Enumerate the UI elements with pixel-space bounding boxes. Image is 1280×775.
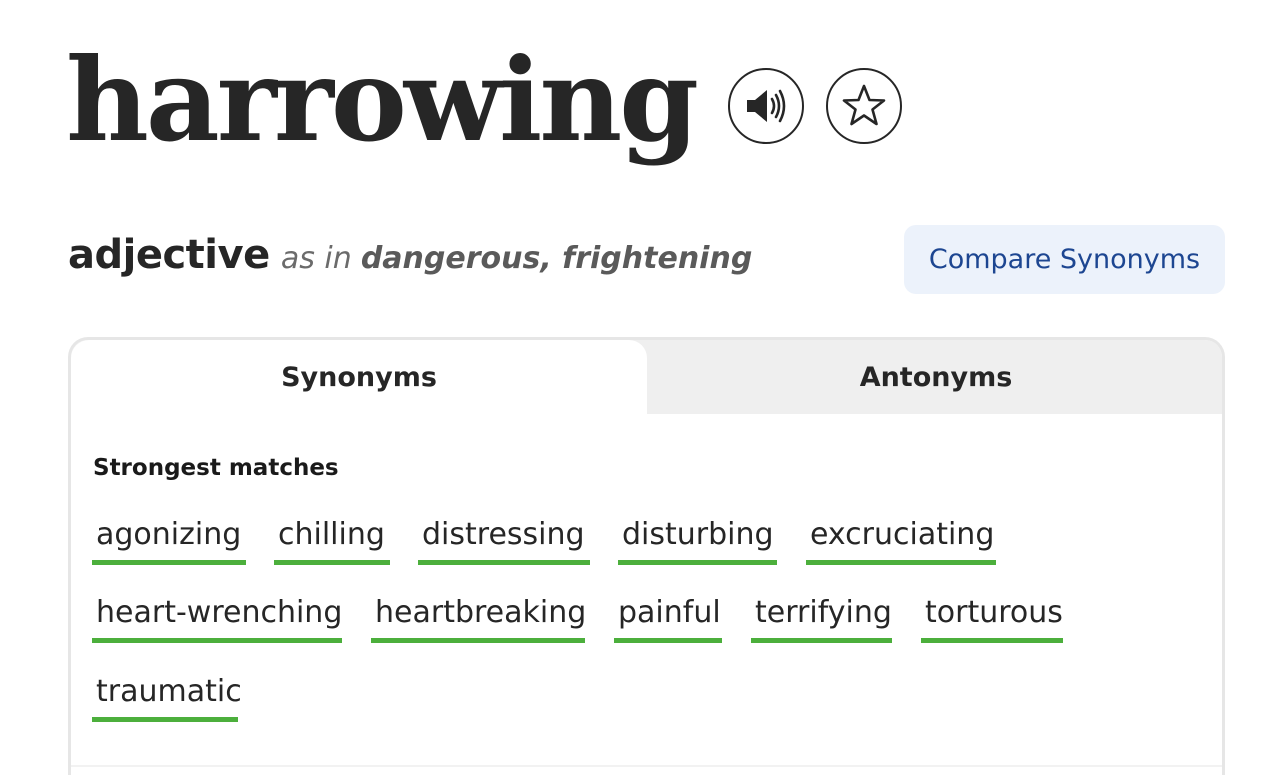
- page: harrowing adjective as in dangerous, fri…: [0, 0, 1280, 775]
- compare-synonyms-button[interactable]: Compare Synonyms: [904, 225, 1225, 294]
- section-divider: [71, 765, 1222, 767]
- synonym-panel: Synonyms Antonyms Strongest matches agon…: [68, 337, 1225, 775]
- synonym-link[interactable]: heart-wrenching: [92, 593, 342, 643]
- headword-row: harrowing: [66, 30, 902, 170]
- sense-line: adjective as in dangerous, frightening: [68, 232, 752, 278]
- favorite-button[interactable]: [825, 68, 902, 144]
- synonym-link[interactable]: terrifying: [751, 593, 892, 643]
- sense-meaning: dangerous, frightening: [360, 241, 753, 276]
- speaker-icon: [746, 89, 786, 123]
- tab-bar: Synonyms Antonyms: [71, 340, 1222, 414]
- tab-synonyms[interactable]: Synonyms: [71, 340, 647, 414]
- synonym-link[interactable]: disturbing: [618, 515, 777, 565]
- synonym-link[interactable]: distressing: [418, 515, 590, 565]
- synonym-link[interactable]: traumatic: [92, 672, 242, 722]
- tab-antonyms[interactable]: Antonyms: [647, 340, 1222, 414]
- synonym-link[interactable]: agonizing: [92, 515, 246, 565]
- part-of-speech: adjective: [68, 232, 270, 278]
- synonym-link[interactable]: chilling: [274, 515, 390, 565]
- synonym-link[interactable]: torturous: [921, 593, 1063, 643]
- strongest-matches-heading: Strongest matches: [93, 455, 339, 481]
- as-in-label: as in: [280, 241, 352, 276]
- synonym-link[interactable]: painful: [614, 593, 722, 643]
- star-icon: [842, 84, 886, 126]
- synonym-link[interactable]: heartbreaking: [371, 593, 586, 643]
- synonym-link[interactable]: excruciating: [806, 515, 996, 565]
- headword: harrowing: [66, 33, 699, 167]
- pronunciation-audio-button[interactable]: [727, 68, 804, 144]
